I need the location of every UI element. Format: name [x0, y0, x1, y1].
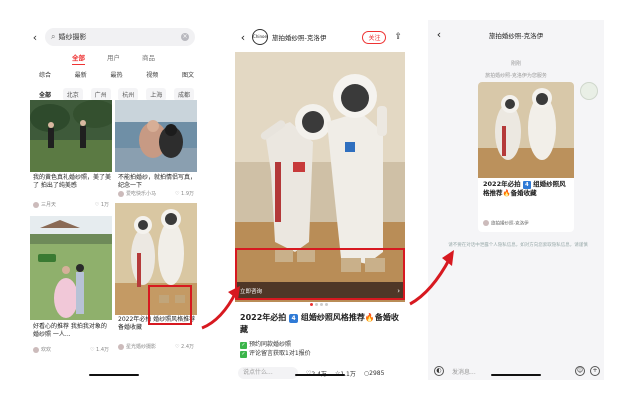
chevron-left-icon[interactable]: ‹ [236, 31, 250, 44]
highlight-box-consult [235, 248, 405, 300]
clear-icon[interactable]: × [181, 33, 189, 41]
post-header: ‹ Chinoe 旅拍婚纱照-克洛伊 关注 ⇪ [232, 26, 408, 48]
heart-icon[interactable]: ♡ [90, 347, 94, 353]
bullet-text: 预约同款婚纱照 [249, 341, 292, 348]
post-bullets: ✓ 预约同款婚纱照 ✓ 评论留言获取1对1报价 [240, 340, 311, 358]
shared-post-source: 旅拍婚纱照-克洛伊 [483, 220, 529, 227]
list-item[interactable]: 不能拍婚纱，就拍情侣写真，纪念一下 爱吃快乐小马 ♡ 1.9万 [115, 100, 197, 200]
privacy-notice: 请不要在对话中泄露个人隐私信息，如对方向您索取隐私信息，请谨慎 [448, 243, 588, 248]
carousel-dot [315, 303, 318, 306]
title-number-badge: 4 [289, 314, 299, 323]
card-author: 爱吃快乐小马 [126, 191, 157, 197]
carousel-dots [310, 303, 328, 306]
like-count: 2.4万 [311, 369, 327, 378]
shop-name[interactable]: 旅拍婚纱照-克洛伊 [272, 32, 326, 42]
card-meta: 爱吃快乐小马 ♡ 1.9万 [118, 190, 194, 197]
follow-button[interactable]: 关注 [362, 30, 387, 44]
card-caption: 不能拍婚纱，就拍情侣写真，纪念一下 [118, 174, 197, 189]
carousel-dot [320, 303, 323, 306]
check-icon: ✓ [240, 351, 247, 358]
filter-video[interactable]: 视频 [146, 70, 158, 79]
voice-icon[interactable]: ◐ [434, 366, 444, 376]
search-bar: ‹ ⌕ 婚纱摄影 × [27, 26, 200, 48]
chat-screen: ‹ 旅拍婚纱照-克洛伊 刚刚 旅拍婚纱照-克洛伊为您服务 2022年必拍 4 组… [428, 20, 604, 380]
shop-avatar[interactable]: Chinoe [252, 29, 268, 45]
result-tabs: 全部 用户 商品 [27, 52, 200, 65]
source-name: 旅拍婚纱照-克洛伊 [491, 221, 529, 227]
shared-post-card[interactable]: 2022年必拍 4 组婚纱照风格推荐🔥备婚收藏 旅拍婚纱照-克洛伊 [478, 82, 574, 232]
star-count: 1.1万 [340, 370, 356, 378]
couple-photo-sea [115, 100, 197, 172]
avatar [580, 82, 598, 100]
filter-image-text[interactable]: 图文 [182, 70, 194, 79]
avatar [118, 190, 124, 197]
card-author: 欢欢 [41, 347, 52, 353]
card-likes: 1.9万 [181, 191, 194, 197]
shared-post-title: 2022年必拍 4 组婚纱照风格推荐🔥备婚收藏 [483, 180, 571, 198]
list-item[interactable]: 2022年必拍 婚纱照风格推荐 备婚收藏 星光婚纱摄影 ♡ 2.4万 [115, 203, 197, 353]
highlight-box-card [148, 285, 192, 325]
chat-service-note: 旅拍婚纱照-克洛伊为您服务 [485, 73, 547, 79]
card-likes: 2.4万 [181, 344, 194, 350]
heart-icon[interactable]: ♡ [175, 344, 179, 350]
card-author: 星光婚纱摄影 [126, 344, 157, 350]
card-caption: 我的黄色真礼婚纱照，美了美了 拍出了纯美感 [33, 174, 112, 189]
avatar [33, 201, 39, 208]
title-part: 2022年必拍 [240, 313, 287, 322]
heart-icon[interactable]: ♡ [175, 191, 179, 197]
avatar [483, 220, 489, 226]
search-query: 婚纱摄影 [58, 33, 87, 41]
search-input[interactable]: ⌕ 婚纱摄影 × [45, 28, 195, 46]
wedding-photo-lawn [30, 216, 112, 320]
share-icon[interactable]: ⇪ [394, 32, 402, 42]
shared-post-image [478, 82, 574, 178]
emoji-icon[interactable]: ☺ [575, 366, 585, 376]
card-author: 三月天 [41, 202, 57, 208]
wedding-photo-garden [30, 100, 112, 172]
avatar [33, 346, 39, 353]
card-meta: 星光婚纱摄影 ♡ 2.4万 [118, 343, 194, 350]
plus-icon[interactable]: + [590, 366, 600, 376]
list-item[interactable]: 我的黄色真礼婚纱照，美了美了 拍出了纯美感 三月天 ♡ 1万 [30, 100, 112, 212]
filter-comprehensive[interactable]: 综合 [39, 70, 51, 79]
card-likes: 1万 [100, 202, 109, 208]
comment-input[interactable]: 说点什么... [238, 367, 298, 379]
chevron-left-icon[interactable]: ‹ [432, 28, 446, 41]
heart-icon[interactable]: ♡ [95, 202, 99, 208]
post-action-bar: 说点什么... ♡ 2.4万 ☆ 1.1万 ○ 2985 [238, 367, 406, 379]
chat-time: 刚刚 [510, 61, 521, 67]
home-indicator [491, 374, 541, 376]
search-results-screen: ‹ ⌕ 婚纱摄影 × 全部 用户 商品 综合 最新 最热 视频 图文 全部 北京… [27, 20, 200, 380]
sort-filters: 综合 最新 最热 视频 图文 [39, 70, 194, 79]
card-caption: 好看心的推荐 我拍我对象的婚纱照 一人... [33, 323, 107, 338]
title-number-badge: 4 [522, 181, 531, 189]
list-item[interactable]: 好看心的推荐 我拍我对象的婚纱照 一人... 欢欢 ♡ 1.4万 [30, 216, 112, 356]
title-part: 2022年必拍 [483, 180, 521, 188]
check-icon: ✓ [240, 342, 247, 349]
screenshot-collage: ‹ ⌕ 婚纱摄影 × 全部 用户 商品 综合 最新 最热 视频 图文 全部 北京… [0, 0, 640, 400]
tab-all[interactable]: 全部 [72, 52, 85, 65]
card-meta: 三月天 ♡ 1万 [33, 201, 109, 208]
chat-header: ‹ 旅拍婚纱照-克洛伊 [428, 28, 604, 41]
filter-latest[interactable]: 最新 [75, 70, 87, 79]
home-indicator [295, 374, 345, 376]
card-likes: 1.4万 [96, 347, 109, 353]
carousel-dot [310, 303, 313, 306]
carousel-dot [325, 303, 328, 306]
tab-goods[interactable]: 商品 [142, 52, 155, 65]
comment-count: 2985 [369, 369, 385, 377]
avatar [118, 343, 124, 350]
chevron-left-icon[interactable]: ‹ [27, 31, 43, 44]
post-detail-screen: ‹ Chinoe 旅拍婚纱照-克洛伊 关注 ⇪ 立即咨询 › 2022年必拍 4… [232, 20, 408, 380]
filter-hottest[interactable]: 最热 [110, 70, 122, 79]
search-icon: ⌕ [51, 32, 56, 41]
chat-title: 旅拍婚纱照-克洛伊 [488, 31, 544, 40]
card-meta: 欢欢 ♡ 1.4万 [33, 346, 109, 353]
bullet-text: 评论留言获取1对1报价 [249, 350, 311, 357]
tab-users[interactable]: 用户 [107, 52, 120, 65]
home-indicator [88, 374, 139, 376]
post-title: 2022年必拍 4 组婚纱照风格推荐🔥备婚收藏 [240, 312, 405, 336]
